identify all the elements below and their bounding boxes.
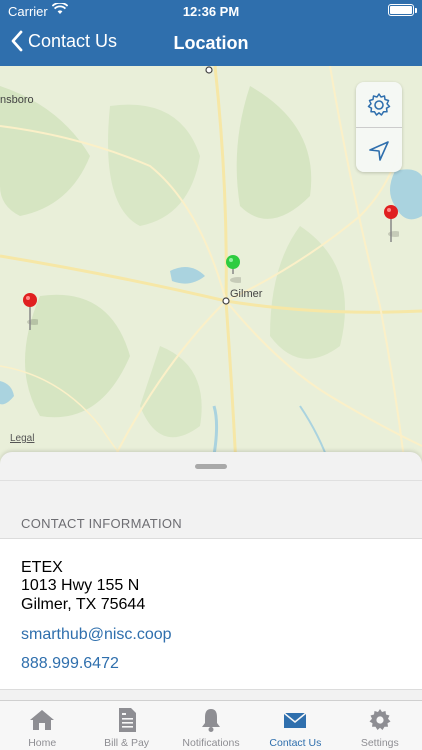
map-settings-button[interactable] (356, 82, 402, 127)
contact-address-line1: 1013 Hwy 155 N (21, 577, 140, 594)
location-arrow-icon (369, 140, 389, 161)
envelope-icon (283, 712, 307, 728)
tab-settings[interactable]: Settings (338, 701, 422, 750)
current-location-button[interactable] (356, 128, 402, 173)
map-controls (356, 82, 402, 172)
contact-sheet: CONTACT INFORMATION ETEX 1013 Hwy 155 N … (0, 452, 422, 700)
status-bar: Carrier 12:36 PM (0, 0, 422, 22)
gear-icon (367, 92, 391, 116)
tab-contact-us-label: Contact Us (269, 737, 322, 749)
bill-icon (118, 708, 136, 732)
tab-settings-label: Settings (360, 737, 399, 749)
home-icon (30, 710, 55, 730)
app-header: Carrier 12:36 PM Contact Us Location (0, 0, 422, 66)
town-label-partial: nsboro (0, 94, 34, 106)
contact-card: ETEX 1013 Hwy 155 N Gilmer, TX 75644 sma… (0, 538, 422, 690)
map-pin-office[interactable] (383, 204, 402, 249)
tab-home[interactable]: Home (0, 701, 84, 750)
tab-contact-us[interactable]: Contact Us (253, 701, 337, 750)
contact-email-link[interactable]: smarthub@nisc.coop (21, 626, 172, 644)
map-pin-office[interactable] (22, 292, 41, 337)
sheet-drag-handle[interactable] (195, 464, 227, 469)
tab-notifications-label: Notifications (182, 737, 240, 749)
tab-bar: Home Bill & Pay Notifications Contact Us… (0, 700, 422, 750)
battery-icon (388, 4, 417, 16)
map-view[interactable]: Gilmer nsboro Legal (0, 66, 422, 466)
status-time: 12:36 PM (182, 4, 240, 19)
sheet-divider (0, 480, 422, 481)
tab-bill-pay-label: Bill & Pay (104, 737, 150, 749)
tab-bill-pay[interactable]: Bill & Pay (84, 701, 168, 750)
page-title: Location (173, 33, 249, 53)
contact-phone-link[interactable]: 888.999.6472 (21, 655, 119, 673)
map-pin-current[interactable] (225, 254, 246, 299)
gear-icon (369, 709, 391, 730)
legal-link[interactable]: Legal (10, 433, 34, 444)
section-header: CONTACT INFORMATION (21, 516, 182, 531)
tab-notifications[interactable]: Notifications (169, 701, 253, 750)
bell-icon (201, 709, 220, 732)
tab-home-label: Home (28, 737, 57, 749)
contact-name: ETEX (21, 559, 63, 576)
nav-bar: Contact Us Location (0, 22, 422, 66)
contact-address-line2: Gilmer, TX 75644 (21, 596, 146, 613)
